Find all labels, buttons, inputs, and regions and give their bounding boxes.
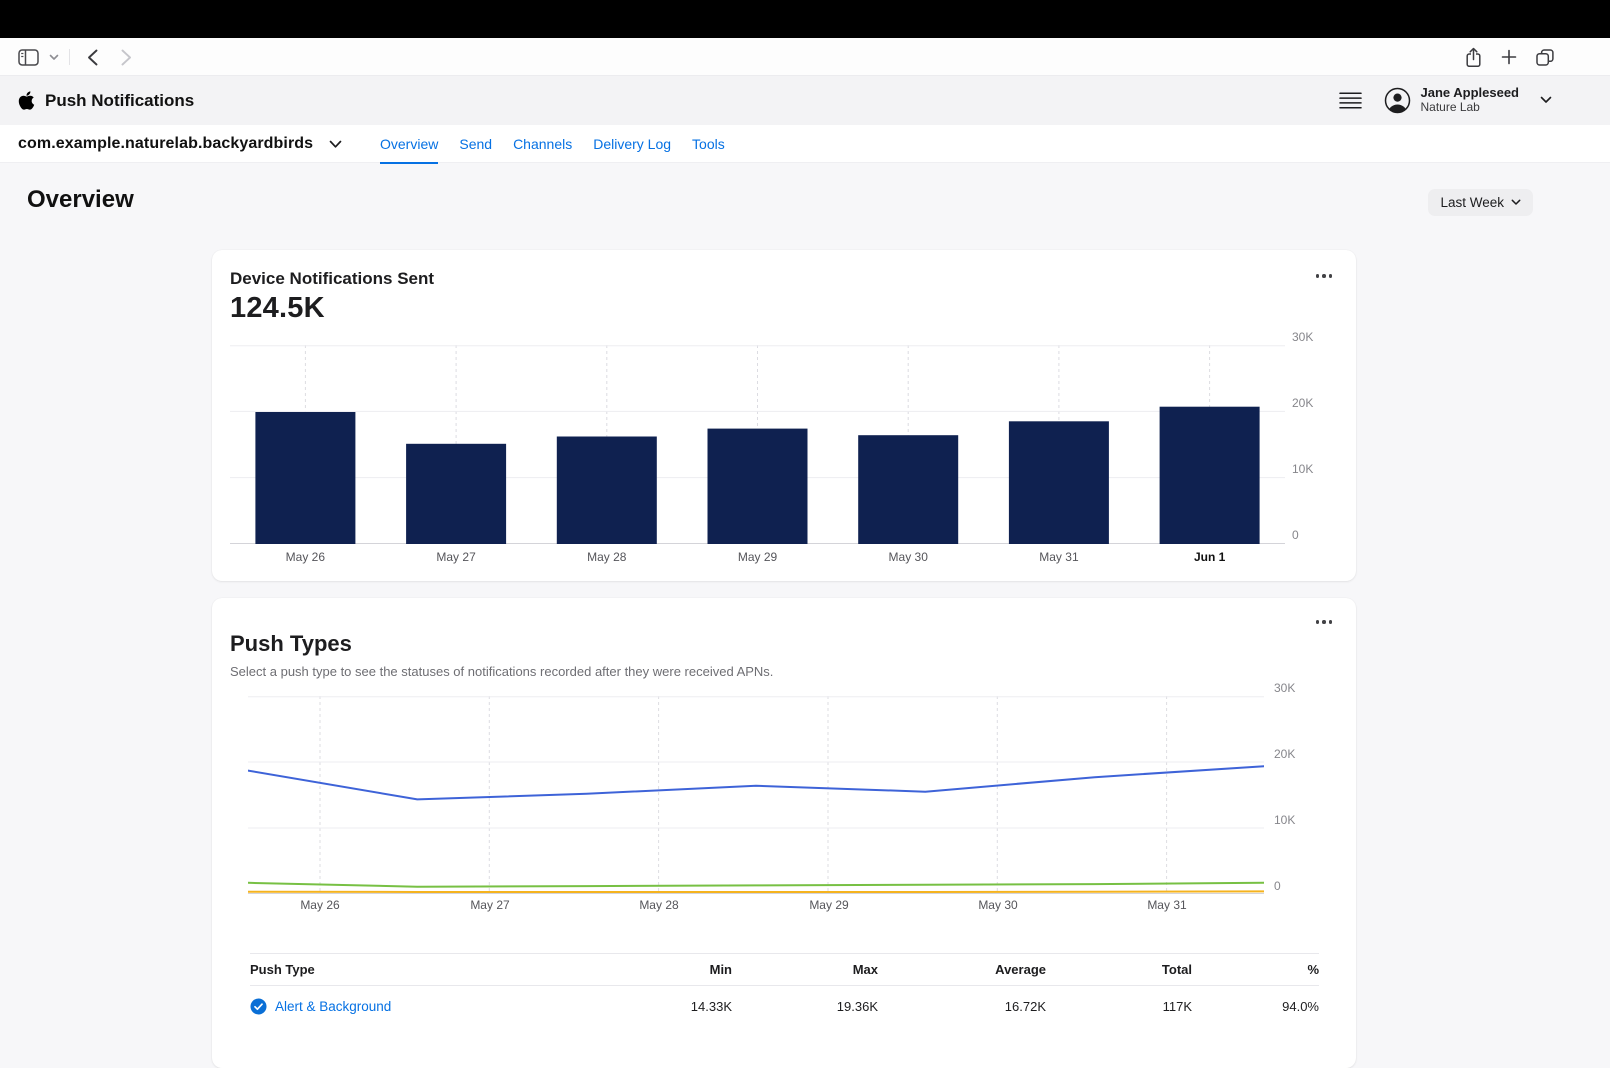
x-tick: May 26 (230, 550, 381, 564)
card-title: Push Types (230, 631, 352, 657)
account-menu[interactable]: Jane Appleseed Nature Lab (1384, 86, 1552, 115)
card-subtitle: Select a push type to see the statuses o… (230, 664, 773, 679)
sidebar-chevron-icon[interactable] (49, 54, 59, 61)
x-tick: May 28 (609, 898, 709, 912)
page-title: Overview (27, 186, 134, 214)
app-title: Push Notifications (45, 91, 194, 111)
check-circle-icon (250, 998, 267, 1015)
x-tick: May 29 (779, 898, 879, 912)
device-notifications-card: Device Notifications Sent 124.5K 30K 20K… (212, 250, 1356, 581)
period-chevron-icon (1511, 199, 1521, 206)
y-tick: 10K (1292, 462, 1313, 476)
tab-send[interactable]: Send (459, 125, 492, 163)
push-types-card: Push Types Select a push type to see the… (212, 598, 1356, 1068)
col-total: Total (1046, 962, 1192, 977)
x-tick: May 30 (833, 550, 984, 564)
bundle-id: com.example.naturelab.backyardbirds (18, 135, 313, 153)
card-title: Device Notifications Sent (230, 269, 434, 289)
col-percent: % (1192, 962, 1319, 977)
tab-delivery-log[interactable]: Delivery Log (593, 125, 671, 163)
x-tick: May 31 (1117, 898, 1217, 912)
x-tick: May 26 (270, 898, 370, 912)
y-tick: 20K (1292, 396, 1313, 410)
back-button[interactable] (80, 43, 104, 71)
bar-chart-x-axis: May 26 May 27 May 28 May 29 May 30 May 3… (230, 550, 1285, 564)
cell-max: 19.36K (732, 999, 878, 1014)
y-tick: 30K (1292, 330, 1313, 344)
line-chart-x-axis: May 26 May 27 May 28 May 29 May 30 May 3… (248, 898, 1264, 914)
y-tick: 30K (1274, 681, 1295, 695)
y-tick: 20K (1274, 747, 1295, 761)
y-tick: 0 (1292, 528, 1299, 542)
line-chart-y-axis: 30K 20K 10K 0 (1274, 688, 1324, 886)
apple-logo-icon (18, 90, 35, 111)
app-header: Push Notifications Jane Appleseed Nature… (0, 76, 1610, 125)
tab-overview[interactable]: Overview (380, 125, 438, 163)
push-types-line-chart (248, 696, 1264, 894)
cell-percent: 94.0% (1192, 999, 1319, 1014)
section-tabs: Overview Send Channels Delivery Log Tool… (380, 125, 725, 163)
table-header-row: Push Type Min Max Average Total % (250, 953, 1319, 986)
tab-overview-icon[interactable] (1536, 49, 1554, 66)
push-types-table: Push Type Min Max Average Total % Alert … (250, 953, 1319, 1026)
account-chevron-icon (1540, 96, 1552, 104)
x-tick: May 29 (682, 550, 833, 564)
period-select-button[interactable]: Last Week (1428, 189, 1533, 216)
push-type-link[interactable]: Alert & Background (275, 999, 391, 1014)
account-name: Jane Appleseed (1420, 86, 1519, 101)
avatar-icon (1384, 87, 1411, 114)
sidebar-toggle-icon[interactable] (18, 49, 39, 66)
tab-tools[interactable]: Tools (692, 125, 725, 163)
toolbar-divider (69, 49, 70, 65)
bar-chart-y-axis: 30K 20K 10K 0 (1292, 337, 1342, 536)
window-top-bar (0, 0, 1610, 38)
x-tick: Jun 1 (1134, 550, 1285, 564)
x-tick: May 28 (531, 550, 682, 564)
bundle-chevron-icon (329, 140, 342, 149)
col-push-type: Push Type (250, 962, 612, 977)
cell-average: 16.72K (878, 999, 1046, 1014)
forward-button[interactable] (114, 43, 138, 71)
account-org: Nature Lab (1420, 101, 1519, 115)
app-nav-row: com.example.naturelab.backyardbirds Over… (0, 125, 1610, 163)
col-min: Min (612, 962, 732, 977)
x-tick: May 31 (984, 550, 1135, 564)
card-more-options-icon[interactable] (1316, 620, 1333, 624)
device-notifications-bar-chart (230, 345, 1285, 544)
tab-channels[interactable]: Channels (513, 125, 572, 163)
share-icon[interactable] (1465, 47, 1482, 68)
cell-total: 117K (1046, 999, 1192, 1014)
card-more-options-icon[interactable] (1316, 274, 1333, 278)
browser-toolbar: icloud.developer.apple.com (0, 38, 1610, 76)
table-row[interactable]: Alert & Background 14.33K 19.36K 16.72K … (250, 986, 1319, 1026)
x-tick: May 30 (948, 898, 1048, 912)
y-tick: 10K (1274, 813, 1295, 827)
period-label: Last Week (1440, 195, 1504, 210)
y-tick: 0 (1274, 879, 1281, 893)
col-max: Max (732, 962, 878, 977)
col-average: Average (878, 962, 1046, 977)
menu-icon[interactable] (1339, 92, 1362, 109)
device-notifications-total: 124.5K (230, 292, 325, 325)
x-tick: May 27 (440, 898, 540, 912)
x-tick: May 27 (381, 550, 532, 564)
cell-min: 14.33K (612, 999, 732, 1014)
new-tab-icon[interactable] (1501, 49, 1517, 65)
bundle-selector[interactable]: com.example.naturelab.backyardbirds (18, 125, 342, 163)
